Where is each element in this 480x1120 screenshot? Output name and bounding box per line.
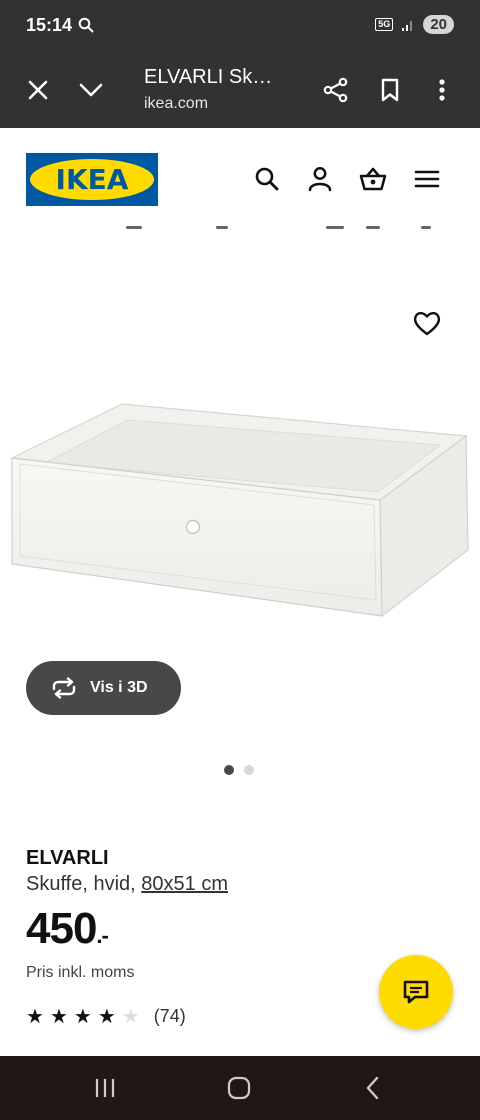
network-badge: 5G <box>375 18 394 31</box>
price-note: Pris inkl. moms <box>26 964 135 981</box>
price-value: 450 <box>26 904 97 953</box>
url-domain[interactable]: ikea.com <box>144 95 208 113</box>
gallery-dot-2[interactable] <box>244 765 254 775</box>
heart-icon[interactable] <box>412 308 442 338</box>
system-nav-bar <box>0 1056 480 1120</box>
status-indicators: 5G 20 <box>375 15 454 34</box>
star-icon: ★ <box>73 1005 92 1028</box>
user-icon[interactable] <box>305 164 335 194</box>
star-empty-icon: ★ <box>121 1005 140 1028</box>
battery-level: 20 <box>423 15 454 34</box>
product-name: ELVARLI <box>26 847 109 869</box>
product-type: Skuffe, hvid, <box>26 873 136 895</box>
clipped-text-line <box>26 224 456 234</box>
recents-icon[interactable] <box>91 1074 119 1102</box>
close-icon[interactable] <box>24 76 52 104</box>
search-icon[interactable] <box>252 164 282 194</box>
product-price: 450.- <box>26 904 109 954</box>
rotate-3d-icon <box>52 677 76 699</box>
back-icon[interactable] <box>360 1074 388 1102</box>
view-3d-button[interactable]: Vis i 3D <box>26 661 181 715</box>
status-bar: 15:14 5G 20 <box>0 0 480 52</box>
logo-text: IKEA <box>55 163 129 196</box>
product-rating[interactable]: ★ ★ ★ ★ ★ (74) <box>26 1006 186 1027</box>
gallery-pagination[interactable] <box>224 765 254 775</box>
ikea-logo[interactable]: IKEA <box>26 153 158 206</box>
review-count[interactable]: (74) <box>154 1006 186 1027</box>
site-header: IKEA <box>0 128 480 228</box>
bookmark-icon[interactable] <box>376 76 404 104</box>
star-icon: ★ <box>49 1005 68 1028</box>
product-image[interactable] <box>0 240 480 800</box>
gallery-dot-1[interactable] <box>224 765 234 775</box>
menu-icon[interactable] <box>412 164 442 194</box>
signal-icon <box>402 20 413 31</box>
product-size-link[interactable]: 80x51 cm <box>141 873 228 895</box>
basket-icon[interactable] <box>358 164 388 194</box>
star-icon: ★ <box>26 1005 44 1028</box>
search-icon <box>78 17 94 33</box>
chevron-down-icon[interactable] <box>77 76 105 104</box>
status-time: 15:14 <box>26 15 73 35</box>
product-description: Skuffe, hvid, 80x51 cm <box>26 873 228 896</box>
chat-button[interactable] <box>379 955 453 1029</box>
browser-toolbar: ELVARLI Sk… ikea.com <box>0 52 480 128</box>
share-icon[interactable] <box>322 76 350 104</box>
more-vert-icon[interactable] <box>428 76 456 104</box>
price-suffix: .- <box>96 923 108 948</box>
home-icon[interactable] <box>225 1074 253 1102</box>
page-title[interactable]: ELVARLI Sk… <box>144 66 272 89</box>
view-3d-label: Vis i 3D <box>90 679 148 696</box>
star-icon: ★ <box>97 1005 116 1028</box>
chat-icon <box>403 980 429 1004</box>
